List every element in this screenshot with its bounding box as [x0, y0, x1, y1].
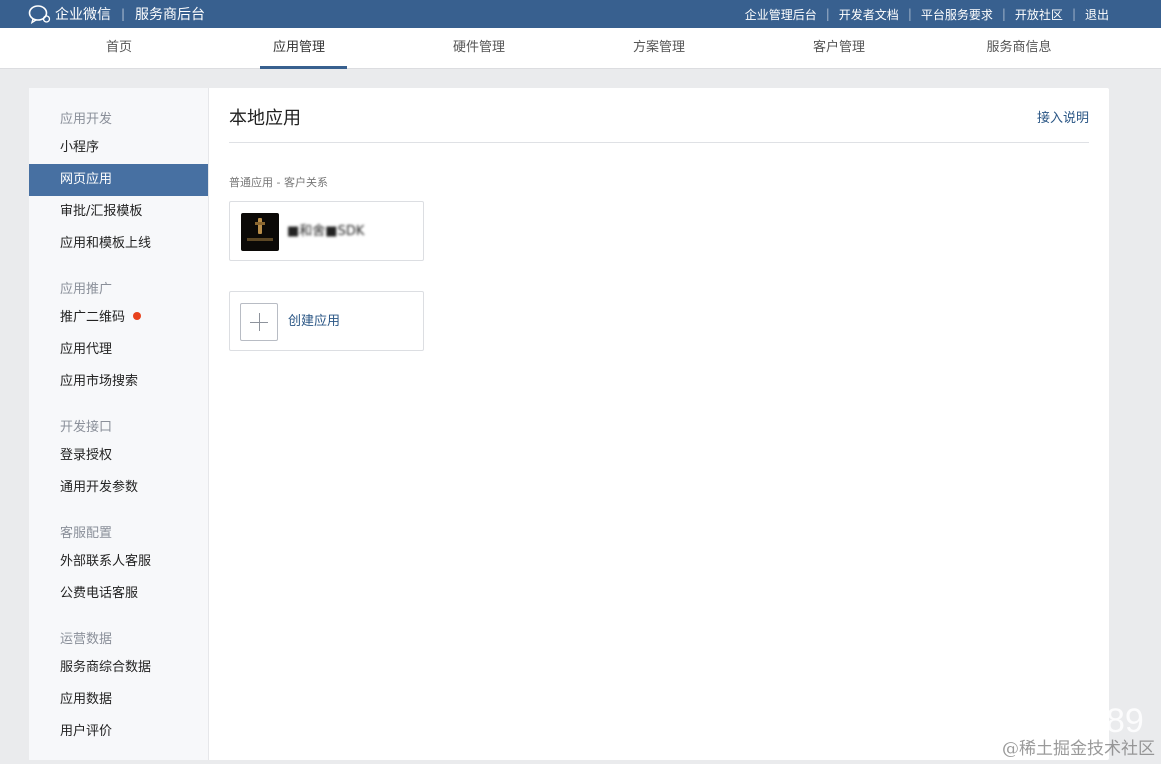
wework-logo-icon — [28, 5, 51, 24]
sidebar-section-operation-data: 运营数据 — [60, 632, 113, 647]
sidebar-item-label: 推广二维码 — [60, 310, 126, 325]
link-divider: | — [1071, 7, 1076, 21]
sidebar-item-approval-template[interactable]: 审批/汇报模板 — [29, 196, 208, 228]
sidebar-section-service-config: 客服配置 — [60, 526, 113, 541]
watermark: @稀土掘金技术社区 — [1002, 739, 1155, 759]
sidebar-item-login-auth[interactable]: 登录授权 — [29, 440, 208, 472]
tab-solution-management[interactable]: 方案管理 — [569, 28, 749, 69]
tab-customer-management[interactable]: 客户管理 — [749, 28, 929, 69]
app-logo-icon — [241, 213, 279, 251]
divider — [229, 142, 1089, 143]
sidebar-section-dev-api: 开发接口 — [60, 420, 113, 435]
sidebar-item-web-app[interactable]: 网页应用 — [29, 164, 208, 196]
app-card[interactable]: ■和舍■SDK — [229, 201, 424, 261]
help-link[interactable]: 接入说明 — [1037, 107, 1089, 126]
sidebar-item-paid-phone-service[interactable]: 公费电话客服 — [29, 578, 208, 610]
brand-name: 企业微信 — [55, 7, 111, 23]
sidebar: 应用开发 小程序 网页应用 审批/汇报模板 应用和模板上线 应用推广 推广二维码… — [29, 88, 209, 760]
sidebar-item-external-contact-service[interactable]: 外部联系人客服 — [29, 546, 208, 578]
sidebar-item-app-launch[interactable]: 应用和模板上线 — [29, 228, 208, 260]
notification-dot-icon — [133, 312, 142, 320]
sidebar-item-dev-params[interactable]: 通用开发参数 — [29, 472, 208, 504]
tab-hardware-management[interactable]: 硬件管理 — [389, 28, 569, 69]
sidebar-section-app-dev: 应用开发 — [60, 112, 113, 127]
create-app-card[interactable]: 创建应用 — [229, 291, 424, 351]
tab-home[interactable]: 首页 — [29, 28, 209, 69]
top-links: 企业管理后台 | 开发者文档 | 平台服务要求 | 开放社区 | 退出 — [745, 0, 1109, 28]
link-enterprise-admin[interactable]: 企业管理后台 — [745, 6, 817, 23]
sidebar-item-promo-qrcode[interactable]: 推广二维码 — [29, 302, 208, 334]
link-developer-docs[interactable]: 开发者文档 — [839, 6, 899, 23]
link-divider: | — [825, 7, 830, 21]
brand[interactable]: 企业微信 | 服务商后台 — [28, 0, 205, 28]
link-platform-requirements[interactable]: 平台服务要求 — [921, 6, 993, 23]
top-bar: 企业微信 | 服务商后台 企业管理后台 | 开发者文档 | 平台服务要求 | 开… — [0, 0, 1161, 28]
sidebar-item-market-search[interactable]: 应用市场搜索 — [29, 366, 208, 398]
tab-app-management[interactable]: 应用管理 — [209, 28, 389, 69]
content-panel: 应用开发 小程序 网页应用 审批/汇报模板 应用和模板上线 应用推广 推广二维码… — [29, 88, 1109, 760]
app-name: ■和舍■SDK — [287, 224, 365, 239]
sidebar-item-user-reviews[interactable]: 用户评价 — [29, 716, 208, 748]
page-title: 本地应用 — [229, 108, 301, 129]
link-open-community[interactable]: 开放社区 — [1015, 6, 1063, 23]
brand-subtitle: 服务商后台 — [135, 7, 206, 23]
link-logout[interactable]: 退出 — [1085, 6, 1109, 23]
create-app-label: 创建应用 — [288, 314, 341, 329]
sidebar-item-mini-program[interactable]: 小程序 — [29, 132, 208, 164]
plus-icon — [240, 303, 278, 341]
sidebar-section-promotion: 应用推广 — [60, 282, 113, 297]
sidebar-item-app-agent[interactable]: 应用代理 — [29, 334, 208, 366]
sidebar-item-provider-data[interactable]: 服务商综合数据 — [29, 652, 208, 684]
tab-provider-info[interactable]: 服务商信息 — [929, 28, 1109, 69]
main-nav: 首页 应用管理 硬件管理 方案管理 客户管理 服务商信息 — [0, 28, 1161, 69]
app-group-label: 普通应用 - 客户关系 — [229, 176, 328, 189]
brand-separator: | — [121, 7, 126, 21]
link-divider: | — [907, 7, 912, 21]
link-divider: | — [1001, 7, 1006, 21]
sidebar-item-app-data[interactable]: 应用数据 — [29, 684, 208, 716]
